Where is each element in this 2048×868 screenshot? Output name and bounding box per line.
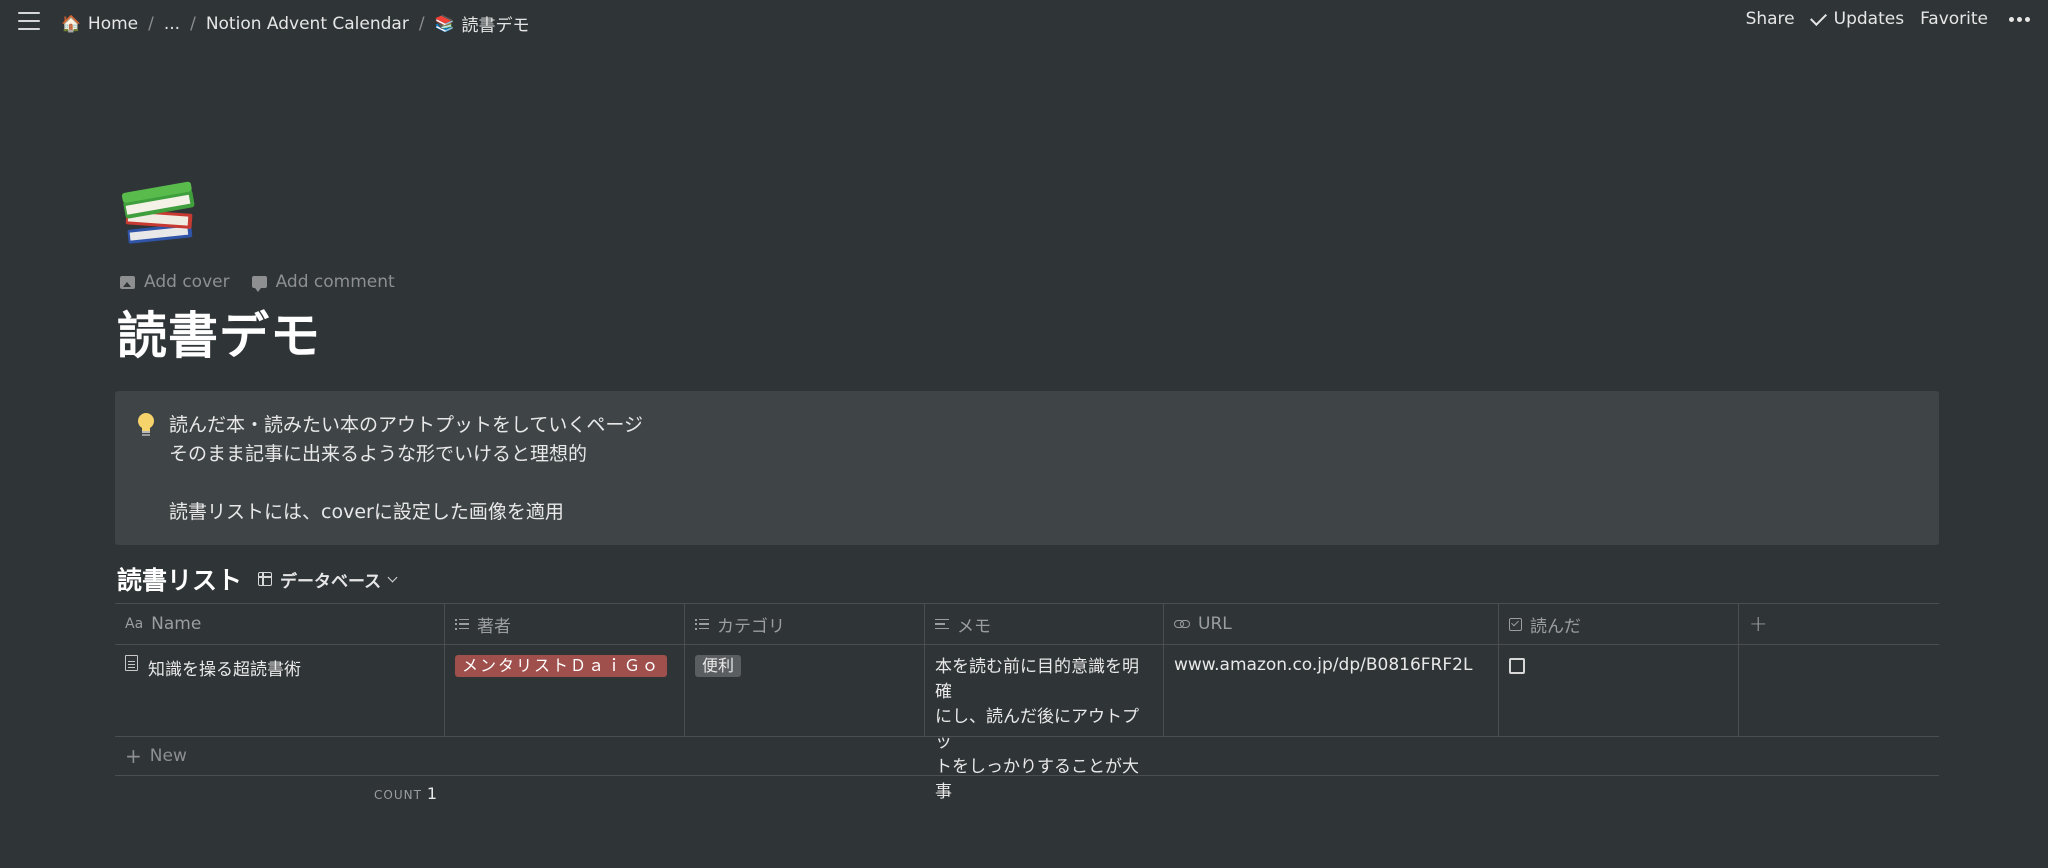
image-icon — [120, 275, 135, 289]
add-comment-label: Add comment — [275, 272, 395, 292]
list-icon — [695, 618, 709, 630]
topbar-actions: Share Updates Favorite — [1730, 8, 2030, 29]
callout-line: 読んだ本・読みたい本のアウトプットをしていくページ — [169, 414, 644, 436]
plus-icon: + — [1749, 611, 1768, 637]
breadcrumb-home[interactable]: 🏠 Home — [57, 12, 142, 36]
callout-block[interactable]: 読んだ本・読みたい本のアウトプットをしていくページ そのまま記事に出来るような形… — [115, 391, 1939, 545]
cell-url[interactable]: www.amazon.co.jp/dp/B0816FRF2L — [1164, 645, 1499, 736]
callout-text: 読んだ本・読みたい本のアウトプットをしていくページ そのまま記事に出来るような形… — [169, 411, 643, 527]
favorite-button[interactable]: Favorite — [1920, 9, 1988, 29]
cell-category[interactable]: 便利 — [685, 645, 925, 736]
breadcrumb-separator: / — [148, 13, 154, 34]
database-title[interactable]: 読書リスト — [117, 561, 242, 597]
view-switcher[interactable]: データベース — [258, 567, 398, 592]
books-icon[interactable] — [116, 164, 214, 260]
check-icon — [1809, 8, 1827, 26]
column-header-label: カテゴリ — [717, 616, 785, 637]
column-header-read[interactable]: 読んだ — [1499, 604, 1739, 644]
document-icon — [125, 655, 138, 671]
column-header-label: 読んだ — [1530, 616, 1581, 637]
checkbox-icon — [1509, 617, 1522, 631]
topbar: 🏠 Home / ... / Notion Advent Calendar / … — [0, 0, 2048, 45]
page-title[interactable]: 読書デモ — [117, 296, 321, 368]
column-header-label: メモ — [957, 616, 991, 637]
database-table: Aa Name 著者 カテゴリ メモ URL 読んだ + 知識を操る超読書術 メ… — [115, 603, 1939, 802]
breadcrumb: 🏠 Home / ... / Notion Advent Calendar / … — [57, 9, 533, 38]
house-icon: 🏠 — [61, 14, 81, 33]
view-label: データベース — [280, 571, 382, 592]
database-header: 読書リスト データベース — [117, 561, 398, 597]
column-header-author[interactable]: 著者 — [445, 604, 685, 644]
category-tag: 便利 — [695, 655, 742, 677]
author-tag: メンタリストＤａｉＧｏ — [455, 655, 668, 677]
column-header-label: 著者 — [477, 616, 511, 637]
text-aa-icon: Aa — [125, 616, 144, 632]
table-row[interactable]: 知識を操る超読書術 メンタリストＤａｉＧｏ 便利 本を読む前に目的意識を明確 に… — [115, 645, 1939, 802]
cell-empty — [1739, 645, 1939, 736]
breadcrumb-ellipsis[interactable]: ... — [160, 12, 184, 36]
lightbulb-icon — [138, 413, 154, 436]
link-icon — [1174, 619, 1190, 629]
cell-name[interactable]: 知識を操る超読書術 — [115, 645, 445, 736]
table-icon — [258, 572, 273, 586]
add-cover-label: Add cover — [144, 272, 230, 292]
share-button[interactable]: Share — [1746, 9, 1795, 29]
breadcrumb-label: 読書デモ — [461, 16, 530, 36]
updates-button[interactable]: Updates — [1809, 8, 1905, 29]
column-header-url[interactable]: URL — [1164, 604, 1499, 644]
add-column-button[interactable]: + — [1739, 604, 1939, 644]
read-checkbox[interactable] — [1509, 658, 1525, 674]
table-header-row: Aa Name 著者 カテゴリ メモ URL 読んだ + — [115, 603, 1939, 645]
column-header-label: URL — [1198, 614, 1232, 634]
column-header-name[interactable]: Aa Name — [115, 604, 445, 644]
breadcrumb-current-page[interactable]: 📚 読書デモ — [431, 9, 534, 38]
breadcrumb-label: Notion Advent Calendar — [205, 13, 409, 34]
column-header-memo[interactable]: メモ — [925, 604, 1164, 644]
column-header-category[interactable]: カテゴリ — [685, 604, 925, 644]
memo-line: にし、読んだ後にアウトプッ — [935, 707, 1139, 752]
hamburger-menu-icon[interactable] — [18, 12, 40, 30]
comment-icon — [251, 276, 267, 292]
url-link[interactable]: www.amazon.co.jp/dp/B0816FRF2L — [1174, 655, 1472, 675]
updates-label: Updates — [1833, 9, 1905, 29]
count-label: COUNT — [374, 788, 422, 802]
page-actions: Add cover Add comment — [120, 272, 417, 292]
callout-line: 読書リストには、coverに設定した画像を適用 — [169, 501, 564, 523]
text-lines-icon — [935, 618, 949, 630]
column-header-label: Name — [151, 614, 202, 634]
breadcrumb-separator: / — [418, 13, 425, 34]
breadcrumb-separator: / — [190, 13, 196, 34]
count-summary[interactable]: COUNT 1 — [374, 784, 437, 803]
more-options-icon[interactable] — [2006, 16, 2030, 22]
breadcrumb-label: ... — [163, 13, 181, 34]
list-icon — [455, 618, 469, 630]
breadcrumb-advent-calendar[interactable]: Notion Advent Calendar — [202, 12, 413, 36]
chevron-down-icon — [387, 572, 398, 582]
breadcrumb-label: Home — [87, 13, 139, 34]
books-icon: 📚 — [434, 14, 455, 33]
add-cover-button[interactable]: Add cover — [120, 272, 230, 292]
new-label: New — [149, 746, 187, 766]
memo-line: 本を読む前に目的意識を明確 — [935, 657, 1139, 702]
callout-line: そのまま記事に出来るような形でいけると理想的 — [169, 443, 588, 465]
callout-line — [169, 469, 643, 498]
cell-author[interactable]: メンタリストＤａｉＧｏ — [445, 645, 685, 736]
plus-icon: + — [125, 744, 142, 768]
cell-read[interactable] — [1499, 645, 1739, 736]
memo-line: トをしっかりすることが大事 — [935, 757, 1139, 802]
count-value: 1 — [426, 784, 438, 803]
add-comment-button[interactable]: Add comment — [251, 272, 395, 292]
row-name: 知識を操る超読書術 — [148, 660, 301, 680]
cell-memo[interactable]: 本を読む前に目的意識を明確 にし、読んだ後にアウトプッ トをしっかりすることが大… — [925, 645, 1164, 802]
